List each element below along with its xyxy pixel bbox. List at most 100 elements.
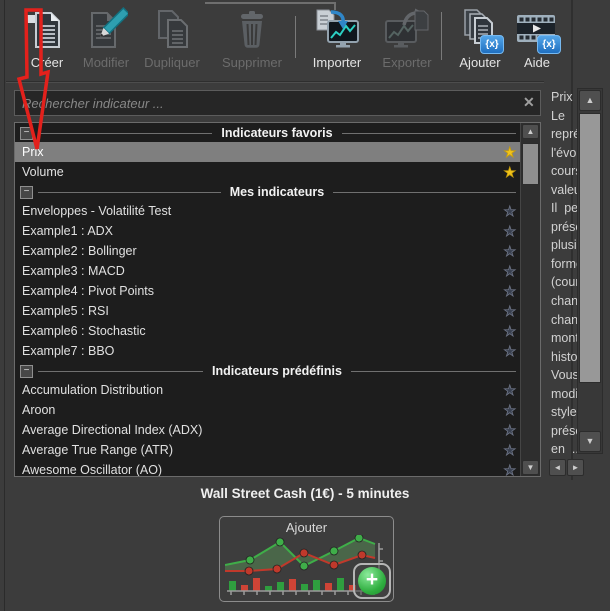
export-chart-icon <box>367 5 447 53</box>
add-indicator-panel[interactable]: Ajouter + <box>219 516 394 602</box>
list-item[interactable]: Example2 : Bollinger ★ <box>15 241 521 261</box>
video-help-icon: {x} <box>497 5 577 54</box>
toolbar-separator <box>295 16 296 58</box>
star-icon[interactable]: ★ <box>503 202 516 220</box>
list-item[interactable]: Accumulation Distribution ★ <box>15 380 521 400</box>
section-title: Indicateurs favoris <box>221 126 333 140</box>
header-line <box>38 370 204 372</box>
item-label: Average Directional Index (ADX) <box>22 423 203 437</box>
list-item[interactable]: Average True Range (ATR) ★ <box>15 440 521 460</box>
scroll-left-icon[interactable]: ◄ <box>549 459 566 476</box>
description-scrollbar[interactable]: ▲ ▼ <box>577 88 603 454</box>
star-icon[interactable]: ★ <box>503 342 516 360</box>
header-line <box>333 191 517 193</box>
star-icon[interactable]: ★ <box>503 262 516 280</box>
star-icon[interactable]: ★ <box>503 441 516 459</box>
search-clear-icon[interactable]: ✕ <box>523 94 535 111</box>
star-icon[interactable]: ★ <box>503 461 516 476</box>
toolbar-button-dupliquer[interactable]: Dupliquer <box>132 5 212 70</box>
window-left-border <box>4 0 5 611</box>
add-indicator-button[interactable]: + <box>353 563 391 599</box>
star-icon[interactable]: ★ <box>503 242 516 260</box>
list-scrollbar[interactable]: ▲ ▼ <box>520 123 540 476</box>
list-item[interactable]: Average Directional Index (ADX) ★ <box>15 420 521 440</box>
collapse-toggle-icon[interactable]: − <box>20 364 33 378</box>
star-icon[interactable]: ★ <box>503 401 516 419</box>
scrollbar-thumb[interactable] <box>579 113 601 383</box>
header-line <box>38 132 213 134</box>
indicator-list-content: − Indicateurs favoris Prix ★ Volume ★ − Mes ind… <box>15 124 540 477</box>
toolbar-divider <box>6 82 544 83</box>
code-badge-icon: {x} <box>537 35 561 54</box>
item-label: Volume <box>22 165 64 179</box>
document-copy-icon <box>132 5 212 53</box>
scroll-up-icon[interactable]: ▲ <box>579 90 601 111</box>
plus-icon: + <box>358 567 386 595</box>
star-icon[interactable]: ★ <box>503 143 516 161</box>
list-item[interactable]: Example1 : ADX ★ <box>15 221 521 241</box>
star-icon[interactable]: ★ <box>503 282 516 300</box>
scroll-up-icon[interactable]: ▲ <box>522 124 539 139</box>
section-header: − Mes indicateurs <box>15 183 521 201</box>
list-item[interactable]: Example6 : Stochastic ★ <box>15 321 521 341</box>
item-label: Example2 : Bollinger <box>22 244 137 258</box>
scroll-down-icon[interactable]: ▼ <box>579 431 601 452</box>
list-item[interactable]: Example7 : BBO ★ <box>15 341 521 361</box>
header-line <box>350 370 516 372</box>
add-panel-label: Ajouter <box>285 520 328 535</box>
item-label: Example1 : ADX <box>22 224 114 238</box>
list-item[interactable]: Enveloppes - Volatilité Test ★ <box>15 201 521 221</box>
star-icon[interactable]: ★ <box>503 302 516 320</box>
list-item[interactable]: Awesome Oscillator (AO) ★ <box>15 460 521 477</box>
item-label: Example5 : RSI <box>22 304 109 318</box>
toolbar-button-exporter[interactable]: Exporter <box>367 5 447 70</box>
toolbar-button-label: Aide <box>523 55 551 70</box>
star-icon[interactable]: ★ <box>503 322 516 340</box>
search-input[interactable] <box>14 90 541 116</box>
item-label: Prix <box>22 145 44 159</box>
section-title: Mes indicateurs <box>229 185 325 199</box>
collapse-toggle-icon[interactable]: − <box>20 126 33 140</box>
star-icon[interactable]: ★ <box>503 421 516 439</box>
header-line <box>341 132 516 134</box>
section-header: − Indicateurs prédéfinis <box>15 362 521 380</box>
item-label: Average True Range (ATR) <box>22 443 173 457</box>
list-item[interactable]: Example4 : Pivot Points ★ <box>15 281 521 301</box>
item-label: Example3 : MACD <box>22 264 125 278</box>
item-label: Awesome Oscillator (AO) <box>22 463 163 477</box>
scroll-right-icon[interactable]: ► <box>567 459 584 476</box>
toolbar-button-label: Dupliquer <box>144 55 200 70</box>
toolbar-button-label: Exporter <box>382 55 432 70</box>
trash-icon <box>212 5 292 53</box>
section-header: − Indicateurs favoris <box>15 124 521 142</box>
item-label: Example4 : Pivot Points <box>22 284 155 298</box>
list-item[interactable]: Prix ★ <box>15 142 521 162</box>
instrument-title: Wall Street Cash (1€) - 5 minutes <box>200 486 410 501</box>
item-label: Accumulation Distribution <box>22 383 164 397</box>
list-item[interactable]: Example5 : RSI ★ <box>15 301 521 321</box>
header-line <box>38 191 221 193</box>
section-title: Indicateurs prédéfinis <box>212 364 342 378</box>
window-edge-line <box>205 2 335 4</box>
item-label: Aroon <box>22 403 56 417</box>
toolbar-button-supprimer[interactable]: Supprimer <box>212 5 292 70</box>
list-item[interactable]: Example3 : MACD ★ <box>15 261 521 281</box>
star-icon[interactable]: ★ <box>503 381 516 399</box>
list-item[interactable]: Volume ★ <box>15 162 521 182</box>
indicator-list: − Indicateurs favoris Prix ★ Volume ★ − Mes ind… <box>14 122 541 477</box>
scrollbar-thumb[interactable] <box>522 143 539 185</box>
toolbar-button-label: Supprimer <box>222 55 282 70</box>
toolbar-button-importer[interactable]: Importer <box>297 5 377 70</box>
item-label: Example7 : BBO <box>22 344 115 358</box>
list-item[interactable]: Aroon ★ <box>15 400 521 420</box>
app-window: Créer Modifier Dupliquer Supprimer Impor… <box>0 0 610 611</box>
toolbar-button-aide[interactable]: {x} Aide <box>497 5 577 70</box>
scroll-down-icon[interactable]: ▼ <box>522 460 539 475</box>
star-icon[interactable]: ★ <box>503 163 516 181</box>
import-chart-icon <box>297 5 377 53</box>
item-label: Enveloppes - Volatilité Test <box>22 204 172 218</box>
star-icon[interactable]: ★ <box>503 222 516 240</box>
toolbar-button-label: Importer <box>312 55 362 70</box>
item-label: Example6 : Stochastic <box>22 324 146 338</box>
collapse-toggle-icon[interactable]: − <box>20 185 33 199</box>
